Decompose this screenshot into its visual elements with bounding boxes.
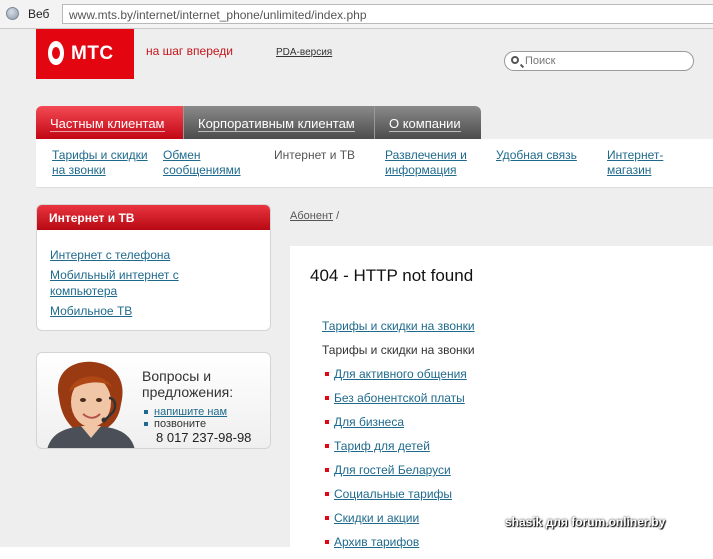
list-item: Для гостей Беларуси bbox=[325, 463, 467, 487]
tariff-link[interactable]: Скидки и акции bbox=[334, 511, 419, 525]
globe-icon bbox=[6, 7, 19, 20]
subnav-internet-tv[interactable]: Интернет и ТВ bbox=[274, 148, 355, 163]
list-item: Социальные тарифы bbox=[325, 487, 467, 511]
tab-label: Корпоративным клиентам bbox=[198, 116, 355, 132]
tariff-link[interactable]: Для бизнеса bbox=[334, 415, 404, 429]
search-icon bbox=[511, 56, 519, 64]
tariff-link[interactable]: Для гостей Беларуси bbox=[334, 463, 451, 477]
pda-version-link[interactable]: PDA-версия bbox=[276, 47, 332, 58]
main-content: 404 - HTTP not found Тарифы и скидки на … bbox=[290, 246, 713, 549]
list-item: Скидки и акции bbox=[325, 511, 467, 535]
subnav-messages[interactable]: Обмен сообщениями bbox=[163, 148, 241, 178]
breadcrumb: Абонент / bbox=[290, 210, 339, 222]
list-item: Для бизнеса bbox=[325, 415, 467, 439]
browser-address-bar: Веб www.mts.by/internet/internet_phone/u… bbox=[0, 0, 713, 29]
tariff-list: Для активного общения Без абонентской пл… bbox=[325, 367, 467, 559]
tab-label: О компании bbox=[389, 116, 461, 132]
feedback-call-row: позвоните bbox=[144, 418, 206, 430]
feedback-write-row: напишите нам bbox=[144, 406, 227, 418]
write-us-link[interactable]: напишите нам bbox=[154, 406, 227, 418]
tariff-link[interactable]: Социальные тарифы bbox=[334, 487, 452, 501]
subnav-tariffs[interactable]: Тарифы и скидки на звонки bbox=[52, 148, 148, 178]
logo-text: МТС bbox=[71, 43, 114, 64]
watermark: shasik для forum.onliner.by bbox=[505, 515, 666, 529]
list-item: Тариф для детей bbox=[325, 439, 467, 463]
subnav-convenient[interactable]: Удобная связь bbox=[496, 148, 577, 163]
operator-avatar bbox=[47, 361, 135, 448]
tab-private-clients[interactable]: Частным клиентам bbox=[36, 106, 183, 139]
subnav-entertainment[interactable]: Развлечения и информация bbox=[385, 148, 467, 178]
sidebar-item-mobile-tv[interactable]: Мобильное ТВ bbox=[50, 303, 132, 319]
tariff-link[interactable]: Для активного общения bbox=[334, 367, 467, 381]
feedback-title: Вопросы и предложения: bbox=[142, 368, 234, 400]
phone-number: 8 017 237-98-98 bbox=[156, 430, 252, 445]
egg-logo-icon bbox=[48, 41, 64, 65]
sidebar-title: Интернет и ТВ bbox=[37, 205, 270, 230]
breadcrumb-subscriber[interactable]: Абонент bbox=[290, 210, 333, 222]
tariff-link[interactable]: Без абонентской платы bbox=[334, 391, 465, 405]
main-nav: Частным клиентам Корпоративным клиентам … bbox=[36, 106, 481, 139]
tariff-link[interactable]: Тариф для детей bbox=[334, 439, 430, 453]
list-item: Для активного общения bbox=[325, 367, 467, 391]
bullet-icon bbox=[144, 422, 148, 427]
section-title: Тарифы и скидки на звонки bbox=[322, 343, 475, 357]
sidebar-item-mobile-internet[interactable]: Мобильный интернет с компьютера bbox=[50, 267, 179, 299]
url-field[interactable]: www.mts.by/internet/internet_phone/unlim… bbox=[62, 4, 713, 24]
list-item: Без абонентской платы bbox=[325, 391, 467, 415]
breadcrumb-separator: / bbox=[336, 210, 340, 222]
feedback-box: Вопросы и предложения: напишите нам позв… bbox=[36, 352, 271, 449]
sidebar-item-internet-phone[interactable]: Интернет с телефона bbox=[50, 247, 170, 263]
browser-label: Веб bbox=[28, 7, 50, 21]
tab-about-company[interactable]: О компании bbox=[374, 106, 481, 139]
list-item: Архив тарифов bbox=[325, 535, 467, 559]
error-heading: 404 - HTTP not found bbox=[310, 266, 474, 285]
section-link-tariffs[interactable]: Тарифы и скидки на звонки bbox=[322, 319, 475, 333]
slogan: на шаг впереди bbox=[146, 44, 233, 58]
mts-logo[interactable]: МТС bbox=[36, 29, 134, 79]
sidebar-menu: Интернет и ТВ Интернет с телефона Мобиль… bbox=[36, 204, 271, 331]
call-label: позвоните bbox=[154, 418, 207, 430]
search-box[interactable] bbox=[504, 51, 694, 71]
bullet-icon bbox=[144, 410, 148, 415]
subnav-shop[interactable]: Интернет- магазин bbox=[607, 148, 663, 178]
tab-label: Частным клиентам bbox=[50, 116, 165, 132]
sub-nav: Тарифы и скидки на звонки Обмен сообщени… bbox=[36, 139, 713, 188]
search-input[interactable] bbox=[525, 54, 685, 68]
tab-corporate-clients[interactable]: Корпоративным клиентам bbox=[183, 106, 374, 139]
